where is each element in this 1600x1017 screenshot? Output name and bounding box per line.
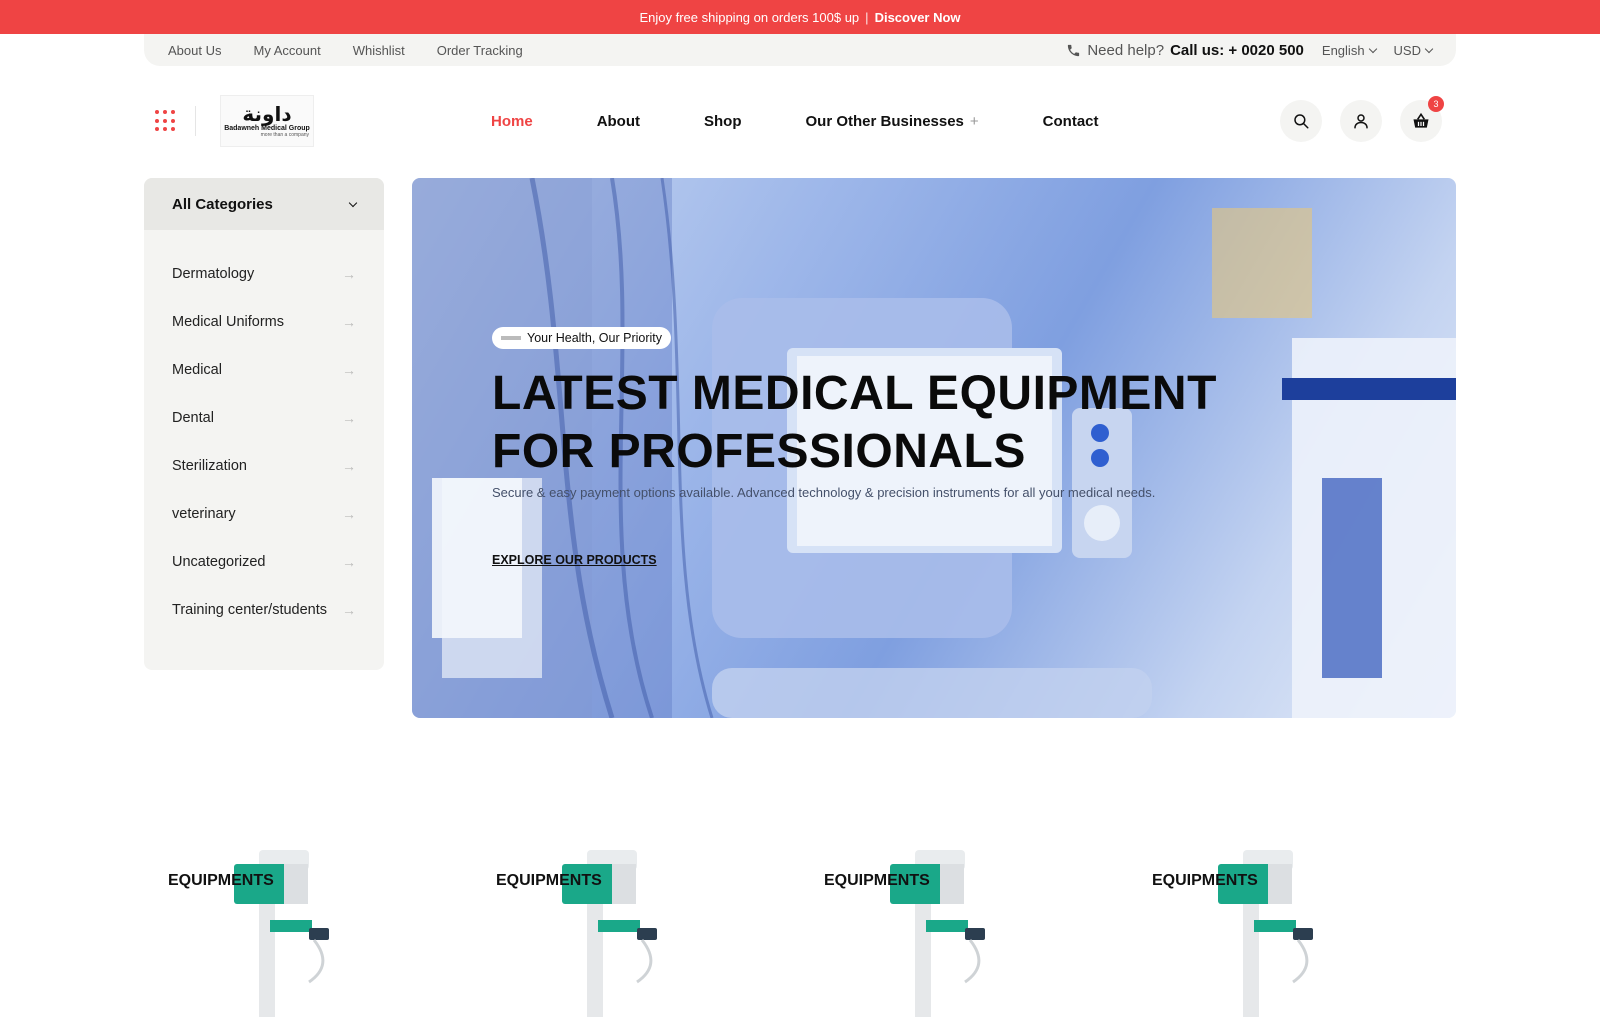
help-contact: Need help? Call us: + 0020 500 <box>1066 42 1304 59</box>
nav-about[interactable]: About <box>597 113 640 130</box>
arrow-right-icon: → <box>342 506 356 522</box>
arrow-right-icon: → <box>342 554 356 570</box>
category-item-dermatology[interactable]: Dermatology → <box>144 250 384 298</box>
explore-products-link[interactable]: EXPLORE OUR PRODUCTS <box>492 553 657 567</box>
search-icon <box>1294 114 1309 129</box>
nav-other-businesses-label: Our Other Businesses <box>805 112 964 130</box>
chevron-down-icon <box>348 198 358 207</box>
help-phone[interactable]: Call us: + 0020 500 <box>1170 42 1304 59</box>
chevron-down-icon <box>1368 44 1377 53</box>
hero-title-line-1: LATEST MEDICAL EQUIPMENT <box>492 367 1217 420</box>
nav-home[interactable]: Home <box>491 113 533 130</box>
plus-icon: + <box>969 112 979 130</box>
categories-title: All Categories <box>172 195 273 213</box>
cart-button[interactable]: 3 <box>1400 96 1444 142</box>
language-value: English <box>1321 42 1365 58</box>
order-tracking-link[interactable]: Order Tracking <box>437 43 523 58</box>
hero-banner: Your Health, Our Priority LATEST MEDICAL… <box>412 178 1456 718</box>
category-item-veterinary[interactable]: veterinary → <box>144 490 384 538</box>
category-item-medical-uniforms[interactable]: Medical Uniforms → <box>144 298 384 346</box>
language-select[interactable]: English <box>1321 42 1377 58</box>
main-nav: Home About Shop Our Other Businesses + Co… <box>491 113 1099 130</box>
hero-tagline: Your Health, Our Priority <box>527 331 663 345</box>
product-card[interactable]: EQUIPMENTS <box>144 850 472 1017</box>
hero-title-line-2: FOR PROFESSIONALS <box>492 425 1026 478</box>
utility-right: Need help? Call us: + 0020 500 English U… <box>1066 42 1434 59</box>
logo-tagline: more than a company <box>260 131 309 138</box>
category-list: Dermatology → Medical Uniforms → Medical → … <box>144 230 384 634</box>
promo-text: Enjoy free shipping on orders 100$ up <box>639 9 860 25</box>
product-card-title: EQUIPMENTS <box>496 872 602 889</box>
nav-contact[interactable]: Contact <box>1043 113 1099 130</box>
currency-select[interactable]: USD <box>1393 42 1434 58</box>
utility-links: About Us My Account Whishlist Order Trac… <box>168 43 523 58</box>
product-card[interactable]: EQUIPMENTS <box>472 850 800 1017</box>
arrow-right-icon: → <box>342 314 356 330</box>
basket-icon <box>1413 112 1429 128</box>
discover-now-link[interactable]: Discover Now <box>875 10 961 25</box>
hero-subtitle: Secure & easy payment options available.… <box>492 485 1156 500</box>
currency-value: USD <box>1393 42 1421 58</box>
product-card-title: EQUIPMENTS <box>824 872 930 889</box>
about-us-link[interactable]: About Us <box>168 43 221 58</box>
logo-name: Badawneh Medical Group <box>224 124 310 132</box>
category-label: Dental <box>172 410 214 426</box>
chevron-down-icon <box>1424 44 1434 53</box>
category-label: Sterilization <box>172 458 247 474</box>
product-cards: EQUIPMENTS EQUIPMENTS EQUIPMENTS EQUIPME… <box>144 850 1456 1017</box>
product-card[interactable]: EQUIPMENTS <box>800 850 1128 1017</box>
arrow-right-icon: → <box>342 602 356 618</box>
product-card-title: EQUIPMENTS <box>168 872 274 889</box>
category-label: Dermatology <box>172 266 255 282</box>
category-item-uncategorized[interactable]: Uncategorized → <box>144 538 384 586</box>
site-header: داونة Badawneh Medical Group more than a… <box>144 90 1456 152</box>
my-account-link[interactable]: My Account <box>253 43 320 58</box>
divider <box>195 106 196 136</box>
promo-bar: Enjoy free shipping on orders 100$ up | … <box>0 0 1600 34</box>
all-categories-toggle[interactable]: All Categories <box>144 178 384 230</box>
category-item-dental[interactable]: Dental → <box>144 394 384 442</box>
arrow-right-icon: → <box>342 362 356 378</box>
categories-sidebar: All Categories Dermatology → Medical Unif… <box>144 178 384 670</box>
help-label: Need help? <box>1087 41 1165 59</box>
menu-grid-icon[interactable] <box>155 110 177 132</box>
hero-title: LATEST MEDICAL EQUIPMENT FOR PROFESSIONAL… <box>492 365 1217 481</box>
product-card[interactable]: EQUIPMENTS <box>1128 850 1456 1017</box>
arrow-right-icon: → <box>342 458 356 474</box>
category-label: Training center/students <box>172 602 328 618</box>
nav-shop[interactable]: Shop <box>704 113 742 130</box>
account-button[interactable] <box>1340 100 1382 142</box>
arrow-right-icon: → <box>342 410 356 426</box>
header-actions: 3 <box>1280 96 1444 142</box>
product-card-title: EQUIPMENTS <box>1152 872 1258 889</box>
logo-mark: داونة <box>242 103 292 126</box>
category-item-training-center[interactable]: Training center/students → <box>144 586 384 634</box>
arrow-right-icon: → <box>342 266 356 282</box>
wishlist-link[interactable]: Whishlist <box>353 43 405 58</box>
nav-other-businesses[interactable]: Our Other Businesses + <box>806 113 979 130</box>
category-label: Uncategorized <box>172 554 266 570</box>
user-icon <box>1354 114 1368 129</box>
category-label: Medical Uniforms <box>172 314 284 330</box>
category-item-medical[interactable]: Medical → <box>144 346 384 394</box>
category-label: veterinary <box>172 506 236 522</box>
hero-tagline-pill: Your Health, Our Priority <box>492 327 672 349</box>
category-item-sterilization[interactable]: Sterilization → <box>144 442 384 490</box>
cart-count-badge: 3 <box>1428 96 1444 112</box>
promo-separator: | <box>865 9 869 25</box>
utility-bar: About Us My Account Whishlist Order Trac… <box>144 34 1456 66</box>
phone-icon <box>1068 44 1080 56</box>
category-label: Medical <box>172 362 222 378</box>
search-button[interactable] <box>1280 100 1322 142</box>
site-logo[interactable]: داونة Badawneh Medical Group more than a… <box>220 95 314 147</box>
